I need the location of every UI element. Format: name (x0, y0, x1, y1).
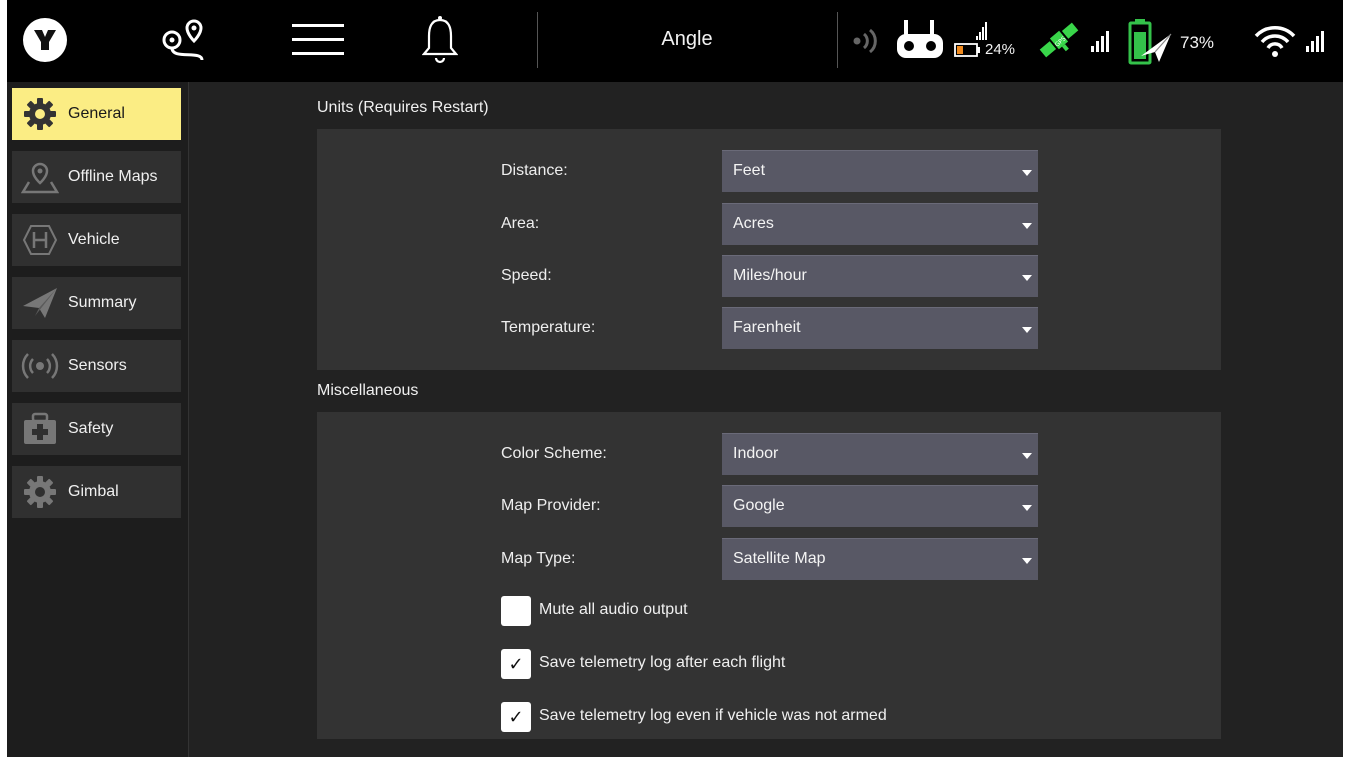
paper-plane-icon (12, 286, 68, 320)
sidebar-item-safety[interactable]: Safety (12, 403, 181, 455)
settings-sidebar: General Offline Maps Vehicle Summary Sen… (7, 82, 189, 757)
map-type-label: Map Type: (501, 550, 576, 567)
map-pin-icon (12, 160, 68, 194)
sidebar-item-label: Vehicle (68, 231, 120, 248)
speed-combo[interactable]: Miles/hour (722, 255, 1038, 297)
plan-view-icon[interactable] (157, 16, 209, 64)
distance-combo[interactable]: Feet (722, 150, 1038, 192)
map-provider-label: Map Provider: (501, 497, 601, 514)
gear-icon (12, 97, 68, 131)
area-combo[interactable]: Acres (722, 203, 1038, 245)
checkmark-icon: ✓ (508, 653, 524, 674)
remote-battery-percent: 24% (985, 41, 1016, 58)
checkmark-icon: ✓ (508, 706, 524, 727)
mute-audio-checkbox[interactable] (501, 596, 531, 626)
sidebar-item-label: Sensors (68, 357, 127, 374)
sidebar-item-general[interactable]: General (12, 88, 181, 140)
caret-down-icon (1022, 223, 1032, 229)
rc-rssi-icon[interactable] (845, 26, 885, 56)
vehicle-battery-percent: 73% (1180, 33, 1215, 52)
sidebar-item-label: General (68, 105, 125, 122)
app-logo-icon[interactable] (21, 16, 69, 64)
mute-audio-label: Mute all audio output (539, 601, 688, 618)
menu-icon[interactable] (290, 18, 346, 62)
map-type-value: Satellite Map (733, 550, 826, 567)
sidebar-item-label: Summary (68, 294, 137, 311)
first-aid-kit-icon (12, 412, 68, 446)
map-provider-value: Google (733, 497, 785, 514)
vehicle-icon (12, 223, 68, 257)
map-type-combo[interactable]: Satellite Map (722, 538, 1038, 580)
sidebar-item-vehicle[interactable]: Vehicle (12, 214, 181, 266)
save-log-checkbox[interactable]: ✓ (501, 649, 531, 679)
caret-down-icon (1022, 170, 1032, 176)
area-value: Acres (733, 215, 774, 232)
units-section-title: Units (Requires Restart) (317, 99, 489, 116)
gear-icon (12, 475, 68, 509)
app-window: Angle 24% GPS 73% General Offline Maps V… (7, 0, 1343, 757)
distance-value: Feet (733, 162, 766, 179)
color-scheme-combo[interactable]: Indoor (722, 433, 1038, 475)
caret-down-icon (1022, 505, 1032, 511)
battery-icon[interactable] (1127, 16, 1175, 68)
save-log-label: Save telemetry log after each flight (539, 654, 786, 671)
sidebar-item-label: Safety (68, 420, 114, 437)
sidebar-item-offline-maps[interactable]: Offline Maps (12, 151, 181, 203)
speed-label: Speed: (501, 267, 552, 284)
color-scheme-value: Indoor (733, 445, 779, 462)
map-provider-combo[interactable]: Google (722, 485, 1038, 527)
caret-down-icon (1022, 453, 1032, 459)
wifi-icon[interactable] (1250, 16, 1336, 66)
flight-mode-indicator[interactable]: Angle (537, 28, 837, 51)
gps-icon[interactable]: GPS (1037, 16, 1117, 66)
remote-signal-battery-icon (952, 16, 988, 60)
temperature-combo[interactable]: Farenheit (722, 307, 1038, 349)
caret-down-icon (1022, 558, 1032, 564)
temperature-label: Temperature: (501, 319, 596, 336)
sidebar-item-sensors[interactable]: Sensors (12, 340, 181, 392)
top-toolbar: Angle 24% GPS 73% (7, 0, 1343, 82)
save-log-unarmed-checkbox[interactable]: ✓ (501, 702, 531, 732)
temperature-value: Farenheit (733, 319, 801, 336)
caret-down-icon (1022, 327, 1032, 333)
bell-icon[interactable] (421, 14, 459, 66)
speed-value: Miles/hour (733, 267, 807, 284)
sensor-icon (12, 349, 68, 383)
misc-section-title: Miscellaneous (317, 382, 419, 399)
color-scheme-label: Color Scheme: (501, 445, 607, 462)
joystick-icon[interactable] (894, 18, 946, 62)
area-label: Area: (501, 215, 540, 232)
sidebar-item-label: Offline Maps (68, 168, 158, 185)
sidebar-item-label: Gimbal (68, 483, 119, 500)
toolbar-divider (837, 12, 838, 68)
caret-down-icon (1022, 275, 1032, 281)
sidebar-item-gimbal[interactable]: Gimbal (12, 466, 181, 518)
save-log-unarmed-label: Save telemetry log even if vehicle was n… (539, 707, 887, 724)
sidebar-item-summary[interactable]: Summary (12, 277, 181, 329)
distance-label: Distance: (501, 162, 568, 179)
